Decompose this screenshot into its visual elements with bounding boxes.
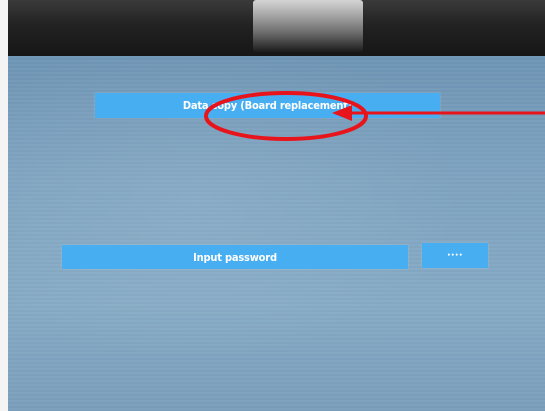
input-password-label: Input password bbox=[193, 250, 277, 264]
data-copy-menu-item[interactable]: Data copy (Board replacement) bbox=[95, 93, 440, 118]
input-password-menu-item[interactable]: Input password bbox=[62, 245, 408, 269]
bezel-reflection bbox=[253, 0, 363, 52]
data-copy-label: Data copy (Board replacement) bbox=[182, 99, 353, 112]
tv-bezel bbox=[8, 0, 545, 56]
password-input[interactable]: •••• bbox=[422, 243, 488, 268]
tv-photo: Data copy (Board replacement) Input pass… bbox=[0, 0, 545, 411]
password-mask: •••• bbox=[447, 252, 463, 259]
